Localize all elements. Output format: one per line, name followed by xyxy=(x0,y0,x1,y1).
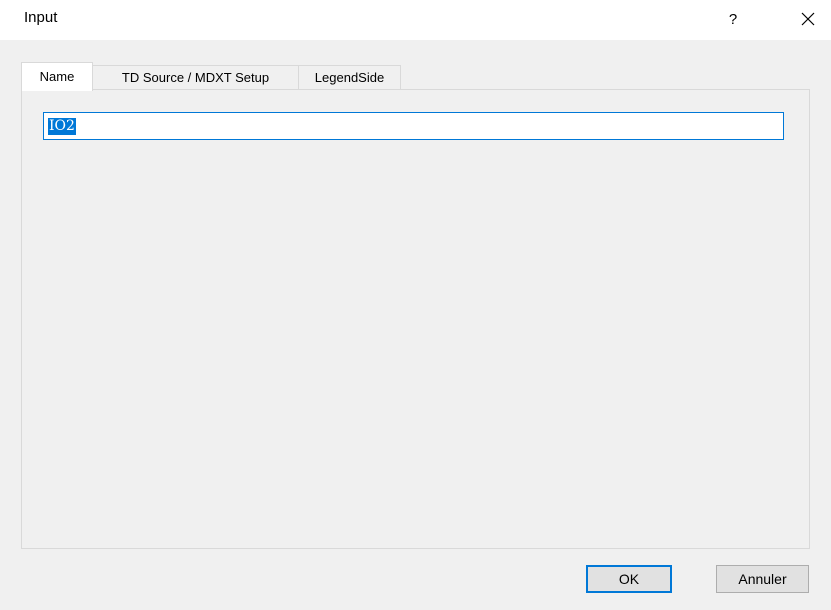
ok-button[interactable]: OK xyxy=(586,565,672,593)
name-input-selected-text: IO2 xyxy=(48,117,76,135)
tab-legendside[interactable]: LegendSide xyxy=(298,65,401,89)
close-icon xyxy=(801,12,815,26)
window-title: Input xyxy=(24,9,58,26)
title-bar: Input ? xyxy=(0,0,831,40)
help-button[interactable]: ? xyxy=(716,4,750,34)
tab-panel: IO2 xyxy=(21,89,810,549)
tab-td-source-mdxt-setup[interactable]: TD Source / MDXT Setup xyxy=(92,65,299,89)
name-input[interactable]: IO2 xyxy=(43,112,784,140)
cancel-button[interactable]: Annuler xyxy=(716,565,809,593)
close-button[interactable] xyxy=(790,4,826,34)
tab-name[interactable]: Name xyxy=(21,62,93,91)
